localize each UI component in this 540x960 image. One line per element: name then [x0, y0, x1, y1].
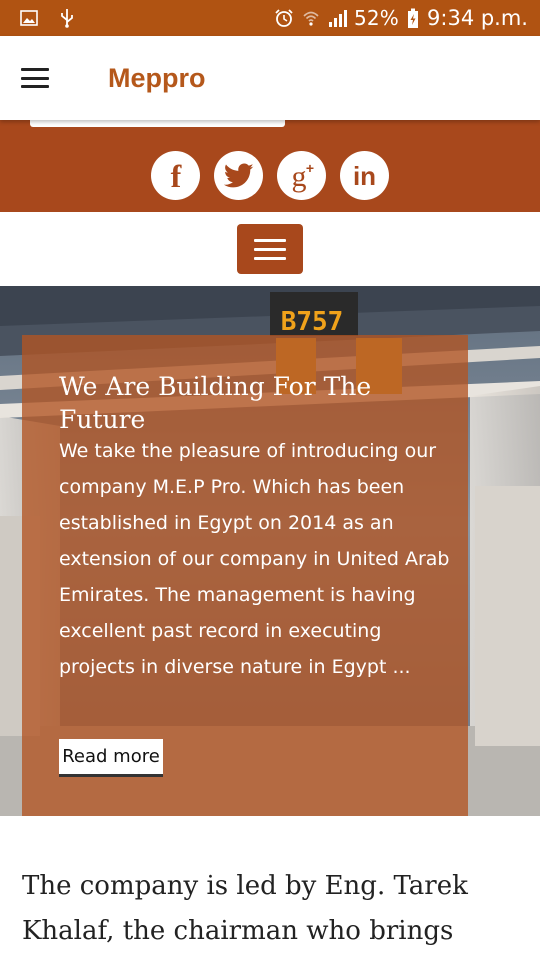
- hero-slider: B757 We Are Building For The Future We t…: [0, 286, 540, 816]
- menu-strip: [0, 212, 540, 286]
- social-links: f g + in: [151, 151, 403, 200]
- app-title: Meppro: [108, 62, 206, 93]
- clock: 9:34 p.m.: [427, 6, 528, 30]
- twitter-icon[interactable]: [214, 151, 263, 200]
- social-band: f g + in: [0, 120, 540, 212]
- battery-charging-icon: [407, 8, 419, 29]
- read-more-button[interactable]: Read more: [59, 739, 163, 777]
- svg-text:+: +: [306, 160, 314, 176]
- usb-icon: [60, 8, 74, 28]
- hero-caption-card: We Are Building For The Future We take t…: [22, 335, 468, 816]
- wifi-icon: [302, 9, 320, 27]
- battery-percent: 52%: [353, 6, 400, 30]
- alarm-icon: [274, 8, 294, 28]
- signal-icon: [328, 9, 348, 27]
- flight-sign: B757: [281, 307, 344, 337]
- intro-paragraph: The company is led by Eng. Tarek Khalaf,…: [22, 871, 468, 946]
- hamburger-icon[interactable]: [21, 68, 49, 88]
- facebook-glyph: f: [171, 158, 182, 194]
- search-field[interactable]: [30, 120, 285, 127]
- hero-description: We take the pleasure of introducing our …: [59, 440, 450, 678]
- app-bar: Meppro: [0, 36, 540, 120]
- google-plus-icon[interactable]: g +: [277, 151, 326, 200]
- menu-toggle-button[interactable]: [237, 224, 303, 274]
- svg-text:g: g: [292, 160, 307, 193]
- linkedin-glyph: in: [353, 161, 376, 191]
- image-icon: [20, 10, 38, 26]
- hero-title: We Are Building For The Future: [59, 372, 372, 434]
- facebook-icon[interactable]: f: [151, 151, 200, 200]
- linkedin-icon[interactable]: in: [340, 151, 389, 200]
- status-bar: 52% 9:34 p.m.: [0, 0, 540, 36]
